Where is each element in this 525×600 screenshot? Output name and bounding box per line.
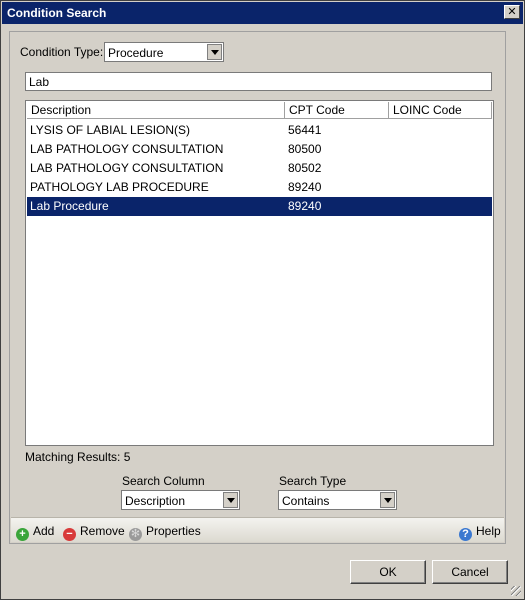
chevron-down-icon[interactable] — [223, 492, 238, 508]
condition-type-select[interactable]: Procedure — [104, 42, 224, 62]
table-row[interactable]: LAB PATHOLOGY CONSULTATION 80502 — [27, 159, 492, 178]
row-cpt-code: 80502 — [288, 161, 322, 175]
table-row[interactable]: LAB PATHOLOGY CONSULTATION 80500 — [27, 140, 492, 159]
search-column-select[interactable]: Description — [121, 490, 240, 510]
row-description: Lab Procedure — [30, 199, 109, 213]
close-icon: ✕ — [507, 6, 517, 18]
search-panel: Condition Type: Procedure Lab Descriptio… — [9, 31, 506, 544]
row-cpt-code: 80500 — [288, 142, 322, 156]
search-input[interactable]: Lab — [25, 72, 492, 91]
column-header-cpt-code[interactable]: CPT Code — [285, 102, 389, 119]
remove-label: Remove — [80, 524, 125, 538]
search-type-select[interactable]: Contains — [278, 490, 397, 510]
action-toolbar: + Add − Remove ✻ Properties ? Help — [11, 517, 504, 542]
properties-button[interactable]: ✻ Properties — [129, 523, 201, 541]
cancel-button[interactable]: Cancel — [432, 560, 508, 584]
column-header-description[interactable]: Description — [27, 102, 285, 119]
search-input-value: Lab — [29, 75, 50, 89]
help-icon: ? — [459, 528, 472, 541]
chevron-down-icon[interactable] — [380, 492, 395, 508]
table-row[interactable]: PATHOLOGY LAB PROCEDURE 89240 — [27, 178, 492, 197]
plus-icon: + — [16, 528, 29, 541]
search-column-label: Search Column — [122, 474, 205, 488]
row-description: LAB PATHOLOGY CONSULTATION — [30, 142, 224, 156]
properties-label: Properties — [146, 524, 201, 538]
ok-button[interactable]: OK — [350, 560, 426, 584]
gear-icon: ✻ — [129, 528, 142, 541]
condition-type-label: Condition Type: — [20, 45, 104, 59]
row-description: LYSIS OF LABIAL LESION(S) — [30, 123, 191, 137]
add-label: Add — [33, 524, 55, 538]
search-type-label: Search Type — [279, 474, 347, 488]
row-cpt-code: 89240 — [288, 199, 322, 213]
matching-results-count: Matching Results: 5 — [25, 450, 131, 464]
help-button[interactable]: ? Help — [459, 523, 501, 541]
results-grid[interactable]: Description CPT Code LOINC Code LYSIS OF… — [25, 100, 494, 446]
row-cpt-code: 89240 — [288, 180, 322, 194]
window-title: Condition Search — [7, 6, 107, 20]
minus-icon: − — [63, 528, 76, 541]
column-header-loinc-code[interactable]: LOINC Code — [389, 102, 492, 119]
condition-search-dialog: Condition Search ✕ Condition Type: Proce… — [0, 0, 525, 600]
remove-button[interactable]: − Remove — [63, 523, 125, 541]
close-button[interactable]: ✕ — [504, 5, 520, 19]
table-row[interactable]: LYSIS OF LABIAL LESION(S) 56441 — [27, 121, 492, 140]
row-cpt-code: 56441 — [288, 123, 322, 137]
search-type-value: Contains — [282, 494, 330, 508]
grid-header: Description CPT Code LOINC Code — [27, 102, 492, 119]
title-bar: Condition Search ✕ — [2, 2, 523, 24]
condition-type-value: Procedure — [108, 46, 164, 60]
table-row-selected[interactable]: Lab Procedure 89240 — [27, 197, 492, 216]
search-column-value: Description — [125, 494, 186, 508]
row-description: LAB PATHOLOGY CONSULTATION — [30, 161, 224, 175]
chevron-down-icon[interactable] — [207, 44, 222, 60]
resize-grip[interactable] — [511, 586, 521, 596]
help-label: Help — [476, 524, 501, 538]
add-button[interactable]: + Add — [16, 523, 55, 541]
row-description: PATHOLOGY LAB PROCEDURE — [30, 180, 209, 194]
